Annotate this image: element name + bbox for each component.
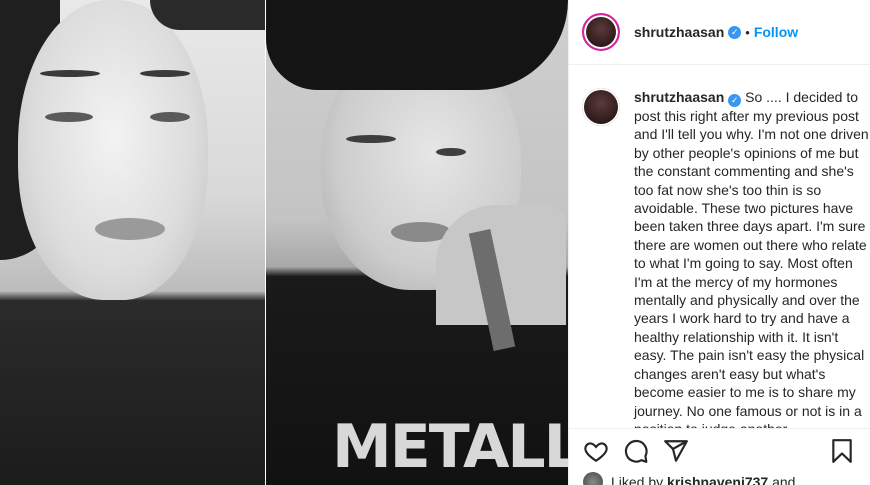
eye-shape [436, 148, 466, 156]
post-header: shrutzhaasan ✓ • Follow [569, 0, 870, 65]
verified-icon: ✓ [728, 94, 742, 107]
face-shape [18, 0, 208, 300]
caption: shrutzhaasan ✓ So .... I decided to post … [582, 88, 870, 428]
hair-shape [150, 0, 265, 30]
liker-username[interactable]: krishnaveni737 [667, 474, 768, 485]
eye-shape [45, 112, 93, 122]
likes-prefix: Liked by [611, 474, 664, 485]
likes-line: Liked by krishnaveni737 and [583, 472, 795, 485]
eye-shape [150, 112, 190, 122]
follow-button[interactable]: Follow [754, 24, 798, 40]
brow-shape [40, 70, 100, 77]
shirt-text: METALLIC [332, 412, 568, 482]
hair-shape [266, 0, 568, 90]
caption-avatar[interactable] [582, 88, 620, 126]
bookmark-icon[interactable] [829, 438, 855, 464]
photo-left [0, 0, 265, 485]
separator-dot: • [745, 24, 750, 40]
share-icon[interactable] [663, 438, 689, 464]
lips-shape [95, 218, 165, 240]
liker-avatar[interactable] [583, 472, 603, 485]
comment-icon[interactable] [623, 438, 649, 464]
likes-suffix[interactable]: and [772, 474, 795, 485]
post-side-panel: shrutzhaasan ✓ • Follow shrutzhaasan ✓ So… [568, 0, 870, 485]
verified-icon: ✓ [728, 25, 742, 39]
comments-section[interactable]: shrutzhaasan ✓ So .... I decided to post … [569, 66, 870, 428]
caption-text: So .... I decided to post this right aft… [634, 89, 869, 428]
photo-right: METALLIC [266, 0, 568, 485]
caption-username[interactable]: shrutzhaasan [634, 89, 724, 105]
heart-icon[interactable] [583, 438, 609, 464]
header-username[interactable]: shrutzhaasan [634, 24, 724, 40]
caption-body: shrutzhaasan ✓ So .... I decided to post … [634, 88, 870, 428]
instagram-post: METALLIC shrutzhaasan ✓ • Follow shrutzh… [0, 0, 870, 485]
brow-shape [140, 70, 190, 77]
post-media[interactable]: METALLIC [0, 0, 568, 485]
eye-shape [346, 135, 396, 143]
avatar[interactable] [582, 13, 620, 51]
action-bar [569, 428, 870, 472]
